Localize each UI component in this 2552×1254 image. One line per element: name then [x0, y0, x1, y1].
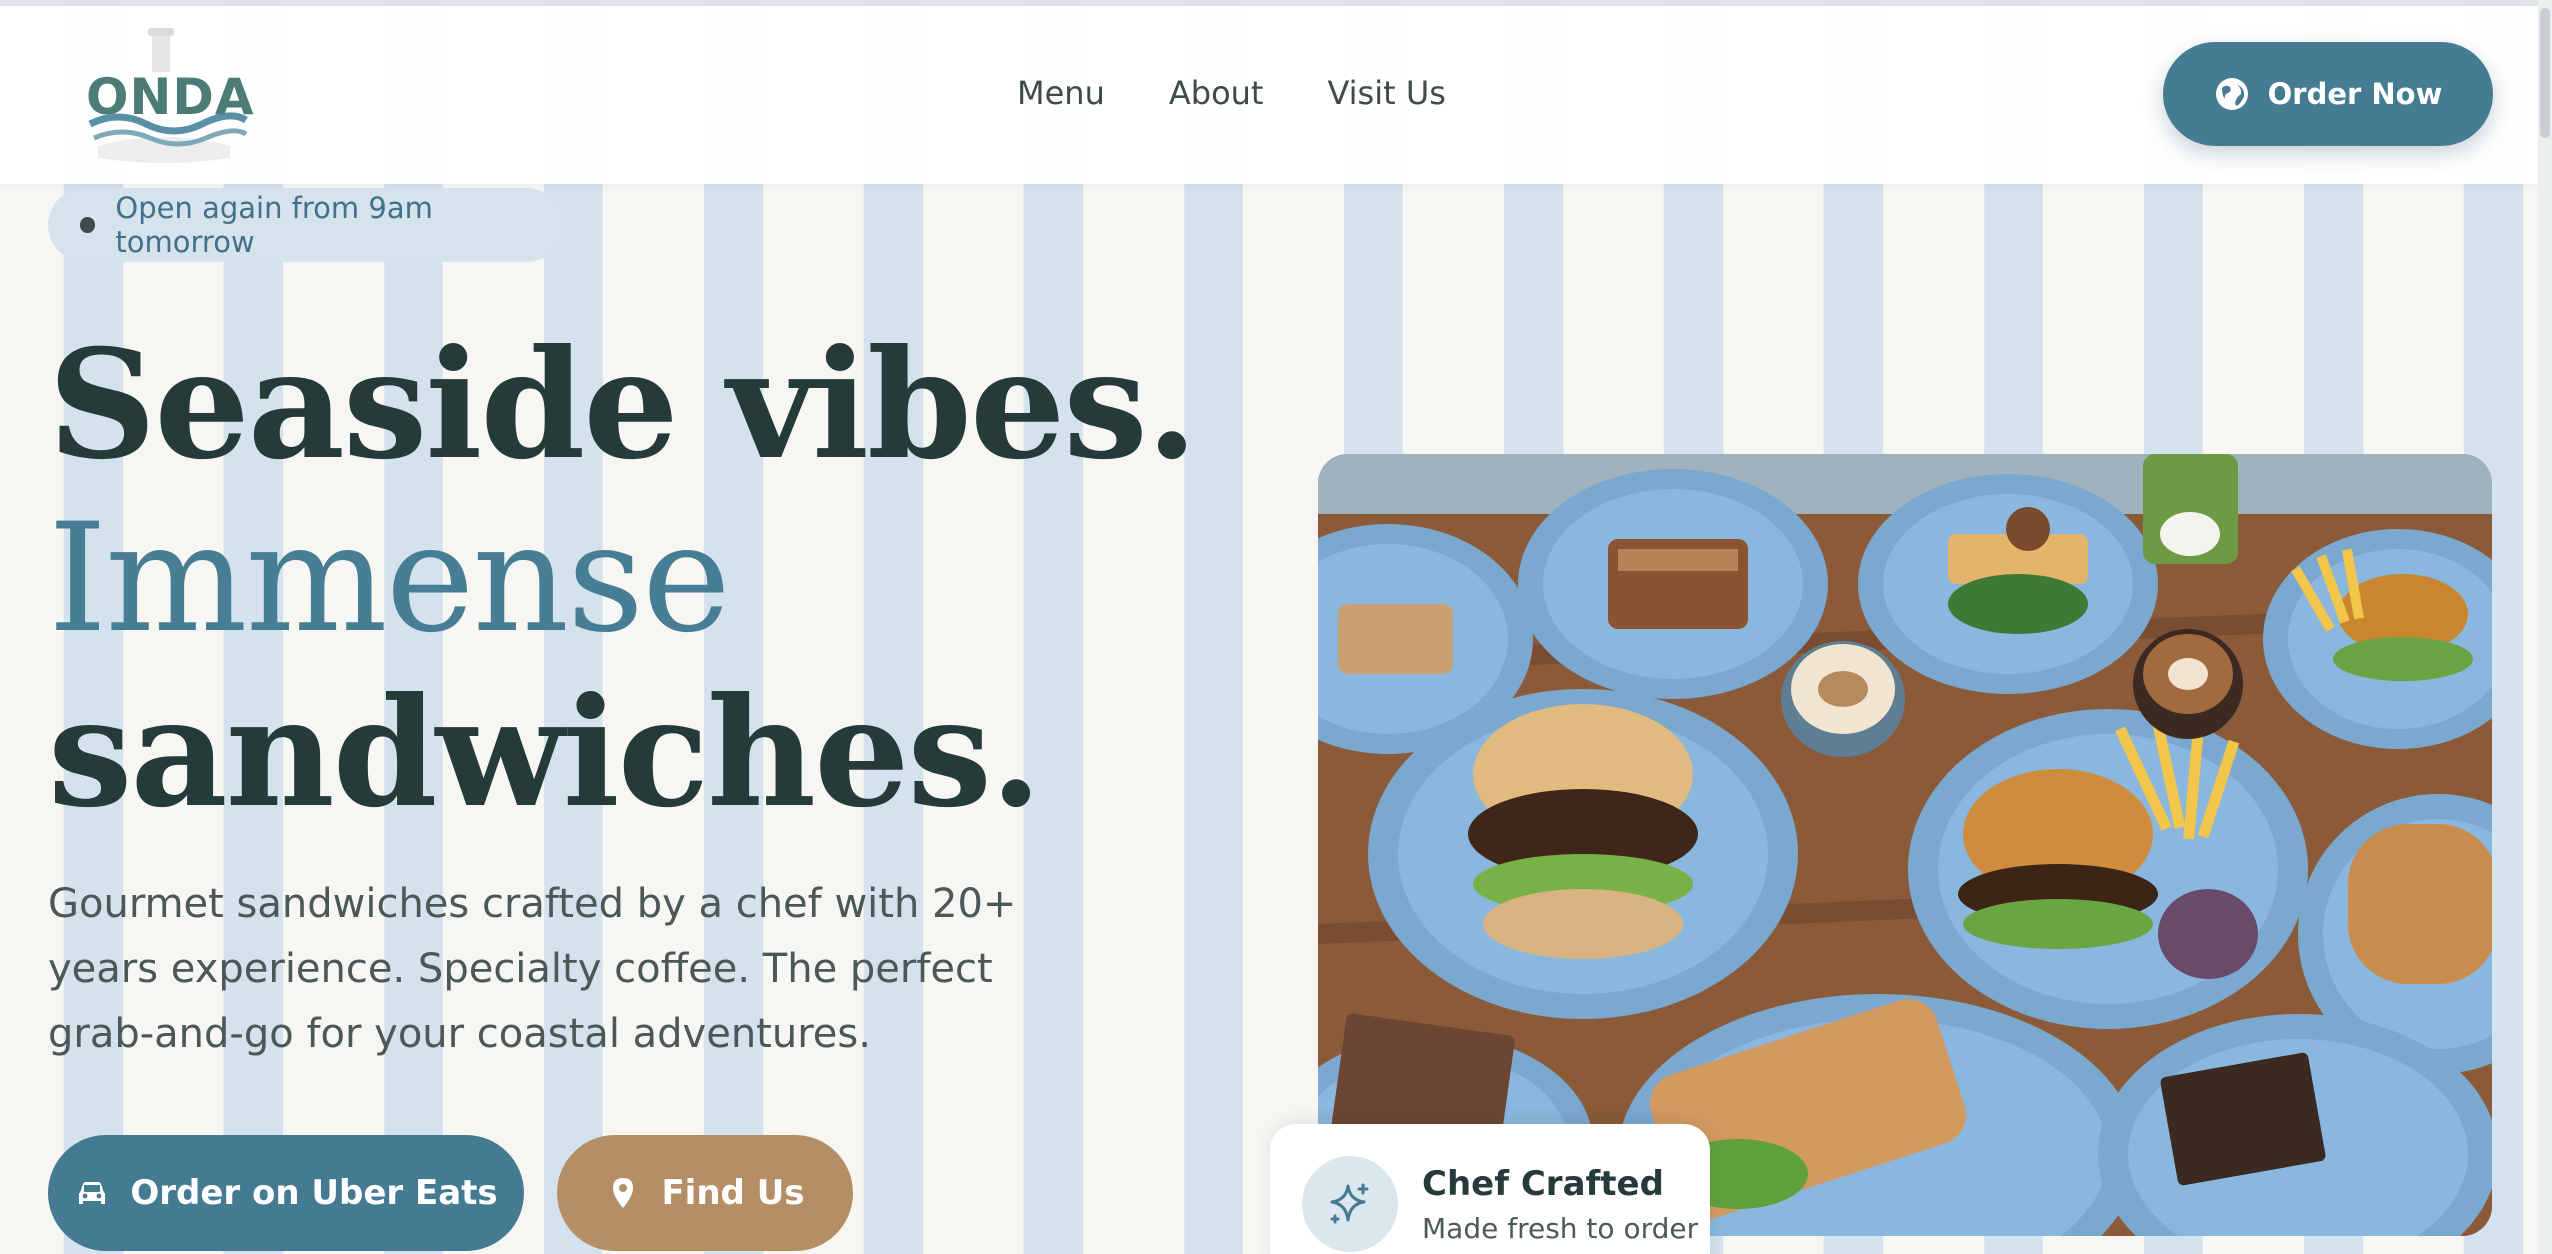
main-nav: Menu About Visit Us	[1017, 74, 1446, 112]
hero-headline: Seaside vibes. Immense sandwiches.	[48, 317, 1198, 841]
headline-line-1: Seaside vibes.	[48, 317, 1198, 493]
onda-logo[interactable]: ONDA	[78, 28, 254, 172]
food-spread-image	[1318, 454, 2492, 1236]
sparkle-icon-wrapper	[1302, 1156, 1398, 1252]
car-icon	[79, 1182, 106, 1204]
nav-link-menu[interactable]: Menu	[1017, 74, 1105, 112]
hero-description: Gourmet sandwiches crafted by a chef wit…	[48, 881, 1017, 1057]
opening-status-text: Open again from 9am tomorrow	[115, 191, 433, 259]
badge-title: Chef Crafted	[1422, 1164, 1664, 1204]
order-now-button[interactable]: Order Now	[2163, 42, 2493, 146]
globe-icon	[2215, 78, 2248, 110]
badge-subtitle: Made fresh to order	[1422, 1212, 1699, 1245]
map-pin-icon	[613, 1178, 634, 1208]
status-dot-icon	[80, 217, 96, 233]
order-now-label: Order Now	[2267, 77, 2443, 111]
page-scrollbar[interactable]	[2538, 0, 2552, 1254]
scrollbar-thumb[interactable]	[2540, 8, 2550, 138]
nav-link-about[interactable]: About	[1169, 74, 1264, 112]
opening-status-badge: Open again from 9am tomorrow	[48, 188, 564, 262]
nav-link-visit-us[interactable]: Visit Us	[1327, 74, 1445, 112]
order-uber-eats-label: Order on Uber Eats	[130, 1173, 498, 1213]
food-photo	[1318, 454, 2492, 1236]
headline-line-2: Immense	[48, 492, 731, 666]
find-us-label: Find Us	[661, 1173, 805, 1213]
find-us-button[interactable]: Find Us	[557, 1135, 853, 1251]
site-header: ONDA Menu About Visit Us Order Now	[0, 6, 2538, 184]
chef-crafted-badge: Chef Crafted Made fresh to order	[1270, 1124, 1710, 1254]
sparkle-icon	[1330, 1183, 1369, 1224]
order-uber-eats-button[interactable]: Order on Uber Eats	[48, 1135, 524, 1251]
headline-line-3: sandwiches.	[48, 665, 1042, 841]
logo-wordmark: ONDA	[86, 68, 255, 126]
